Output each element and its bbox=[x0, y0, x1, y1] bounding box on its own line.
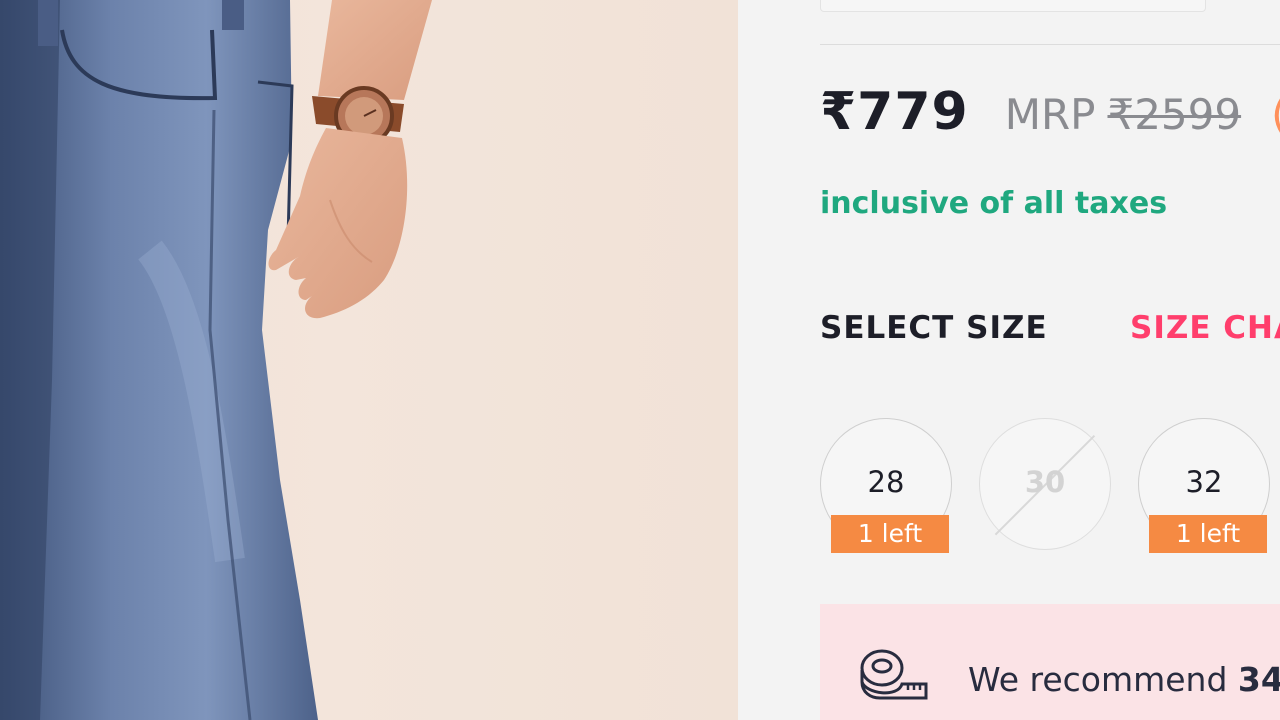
size-label: 28 bbox=[867, 465, 905, 499]
size-button-28[interactable]: 28 1 left bbox=[820, 418, 952, 553]
mrp-label: MRP bbox=[1004, 90, 1096, 139]
size-button-32[interactable]: 32 1 left bbox=[1138, 418, 1270, 553]
recommended-size: 34 bbox=[1237, 660, 1280, 699]
size-label: 32 bbox=[1185, 465, 1223, 499]
discount-badge: ( bbox=[1271, 90, 1280, 139]
recommendation-prefix: We recommend bbox=[968, 660, 1238, 699]
tax-note: inclusive of all taxes bbox=[820, 186, 1168, 221]
size-button-30: 30 bbox=[979, 418, 1111, 550]
size-label: 30 bbox=[1024, 465, 1066, 499]
measuring-tape-icon bbox=[860, 648, 928, 704]
price-row: ₹779 MRP ₹2599 ( bbox=[820, 82, 1280, 142]
recommendation-text: We recommend 34 bbox=[968, 660, 1280, 699]
top-field[interactable] bbox=[820, 0, 1206, 12]
size-recommendation-box: We recommend 34 bbox=[820, 604, 1280, 720]
size-chart-link[interactable]: SIZE CHA bbox=[1130, 310, 1280, 346]
mrp-value: ₹2599 bbox=[1107, 90, 1242, 139]
selling-price: ₹779 bbox=[820, 82, 969, 142]
stock-badge: 1 left bbox=[1149, 515, 1267, 553]
product-image bbox=[0, 0, 738, 720]
product-details-panel: ₹779 MRP ₹2599 ( inclusive of all taxes … bbox=[738, 0, 1280, 720]
stock-badge: 1 left bbox=[831, 515, 949, 553]
divider bbox=[820, 44, 1280, 45]
select-size-heading: SELECT SIZE bbox=[820, 310, 1048, 346]
